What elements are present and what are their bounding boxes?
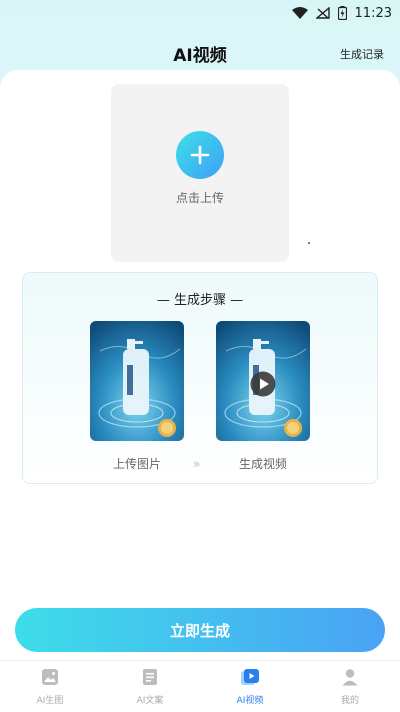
generate-button[interactable]: 立即生成 <box>15 608 385 652</box>
user-icon <box>341 668 359 690</box>
image-icon <box>41 668 59 690</box>
tab-profile[interactable]: 我的 <box>300 661 400 712</box>
document-icon <box>141 668 159 690</box>
battery-charging-icon <box>337 6 347 20</box>
tab-label: 我的 <box>340 695 359 706</box>
cta-container: 立即生成 <box>0 598 400 660</box>
tab-ai-image[interactable]: AI生图 <box>0 661 100 712</box>
tab-label: AI文案 <box>136 695 164 706</box>
decorative-dot <box>308 242 310 244</box>
steps-title: — 生成步骤 — <box>156 293 244 308</box>
tab-bar: AI生图 AI文案 AI视频 我的 <box>0 660 400 712</box>
video-icon <box>240 668 260 690</box>
wifi-icon <box>291 7 308 19</box>
step-label-generate: 生成视频 <box>238 457 287 471</box>
nav-bar: AI视频 生成记录 <box>0 36 400 70</box>
status-time: 11:23 <box>354 5 392 21</box>
upload-area[interactable]: 点击上传 <box>111 84 289 262</box>
chevron-right-icon: » <box>193 457 200 471</box>
tab-label: AI生图 <box>36 695 64 706</box>
tab-ai-copywriting[interactable]: AI文案 <box>100 661 200 712</box>
main-card: 点击上传 — 生成步骤 — 上传图片 » 生成视频 <box>0 70 400 610</box>
upload-label: 点击上传 <box>175 190 224 205</box>
play-icon[interactable] <box>250 371 276 401</box>
tab-ai-video[interactable]: AI视频 <box>200 661 300 712</box>
plus-icon[interactable] <box>176 130 224 179</box>
signal-off-icon <box>315 7 330 19</box>
tab-label: AI视频 <box>236 695 264 706</box>
step-upload-image <box>90 321 184 441</box>
steps-panel: — 生成步骤 — 上传图片 » 生成视频 <box>22 272 378 484</box>
page-title: AI视频 <box>173 45 227 66</box>
history-link[interactable]: 生成记录 <box>340 46 384 62</box>
step-label-upload: 上传图片 <box>112 457 161 471</box>
status-bar: 11:23 <box>0 0 400 26</box>
